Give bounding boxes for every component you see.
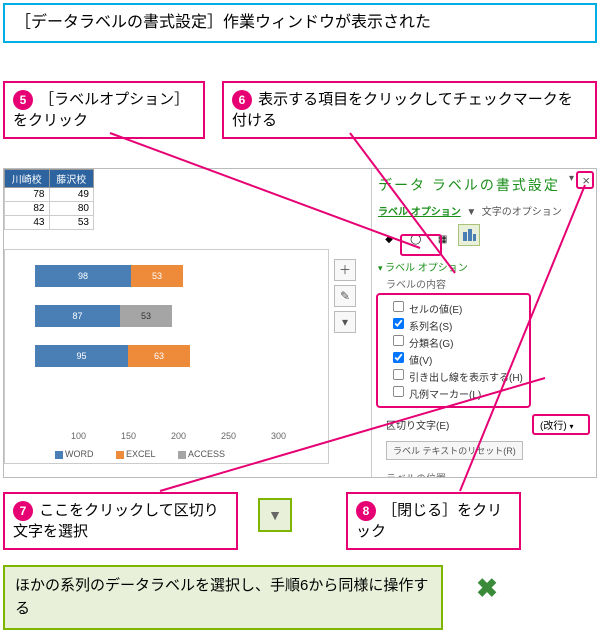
axis-tick: 100 [71, 431, 86, 441]
cell[interactable]: 80 [49, 202, 94, 216]
col-header: 藤沢校 [49, 170, 94, 188]
chk-label: 値(V) [409, 356, 432, 367]
chart-elements-button[interactable]: ＋ [334, 259, 356, 281]
separator-dropdown[interactable]: (改行) ▾ [532, 414, 590, 435]
badge-7: 7 [13, 501, 33, 521]
chart-legend: WORD EXCEL ACCESS [55, 449, 245, 459]
chk-legend-key[interactable]: 凡例マーカー(L) [392, 385, 523, 401]
callout-repeat-steps: ほかの系列のデータラベルを選択し、手順6から同様に操作する [3, 565, 443, 630]
pane-title: データ ラベルの書式設定 [378, 173, 590, 197]
size-props-icon[interactable]: ▦ [432, 229, 454, 251]
bar-segment-access: 53 [120, 305, 172, 327]
bar-segment-word: 87 [35, 305, 120, 327]
legend-item: ACCESS [188, 449, 225, 459]
bar-segment-word: 95 [35, 345, 128, 367]
format-data-labels-pane: データ ラベルの書式設定 ▾ × ラベル オプション ▼ 文字のオプション ◆ … [371, 169, 596, 477]
chk-label: 引き出し線を表示する(H) [409, 373, 523, 384]
cell[interactable]: 43 [5, 216, 50, 230]
dropdown-icon: ▼ [258, 498, 292, 532]
tab-text-options[interactable]: 文字のオプション [482, 207, 562, 218]
axis-tick: 300 [271, 431, 286, 441]
pane-category-icons: ◆ ◯ ▦ [378, 224, 590, 251]
bar-segment-excel: 53 [131, 265, 183, 287]
bar-row: 87 53 [35, 302, 328, 330]
bar-row: 98 53 [35, 262, 328, 290]
cell[interactable]: 78 [5, 188, 50, 202]
chart-side-buttons: ＋ ✎ ▾ [334, 259, 358, 337]
fill-line-icon[interactable]: ◆ [378, 229, 400, 251]
badge-5: 5 [13, 90, 33, 110]
callout-bottom-text: ほかの系列のデータラベルを選択し、手順6から同様に操作する [15, 577, 428, 617]
chk-label: セルの値(E) [409, 305, 462, 316]
bar-segment-word: 98 [35, 265, 131, 287]
callout-text: ［データラベルの書式設定］作業ウィンドウが表示された [15, 14, 431, 31]
close-icon: ✖ [470, 571, 504, 605]
chk-cell-value[interactable]: セルの値(E) [392, 300, 523, 316]
chk-show-leader[interactable]: 引き出し線を表示する(H) [392, 368, 523, 384]
chk-label: 凡例マーカー(L) [409, 390, 481, 401]
callout-8-text: ［閉じる］をクリック [356, 502, 502, 540]
callout-7-text: ここをクリックして区切り文字を選択 [13, 502, 219, 540]
tab-label-options[interactable]: ラベル オプション [378, 207, 461, 218]
label-contents-group: セルの値(E) 系列名(S) 分類名(G) 値(V) 引き出し線を表示する(H)… [376, 293, 531, 408]
worksheet-cells: 川崎校藤沢校 7849 8280 4353 [4, 169, 94, 230]
effects-icon[interactable]: ◯ [405, 229, 427, 251]
legend-item: EXCEL [126, 449, 156, 459]
label-options-icon[interactable] [458, 224, 480, 246]
cell[interactable]: 53 [49, 216, 94, 230]
chk-value[interactable]: 値(V) [392, 351, 523, 367]
separator-value: (改行) [540, 421, 567, 432]
pane-menu-dropdown-icon[interactable]: ▾ [569, 173, 574, 184]
pane-tabs: ラベル オプション ▼ 文字のオプション [378, 203, 590, 218]
reset-label-text-button[interactable]: ラベル テキストのリセット(R) [386, 441, 523, 460]
axis-tick: 250 [221, 431, 236, 441]
section-label-options[interactable]: ラベル オプション [378, 259, 590, 274]
group-label-contents: ラベルの内容 [386, 276, 590, 291]
callout-step-8: 8 ［閉じる］をクリック [346, 492, 521, 550]
col-header: 川崎校 [5, 170, 50, 188]
app-screenshot: 川崎校藤沢校 7849 8280 4353 98 53 87 53 95 63 … [3, 168, 597, 478]
chk-label: 系列名(S) [409, 322, 452, 333]
callout-step-5: 5 ［ラベルオプション］をクリック [3, 81, 205, 139]
bar-segment-excel: 63 [128, 345, 190, 367]
badge-6: 6 [232, 90, 252, 110]
bar-chart[interactable]: 98 53 87 53 95 63 100 150 200 250 300 WO… [4, 249, 329, 464]
group-label-position: ラベルの位置 [386, 470, 590, 479]
chart-filters-button[interactable]: ▾ [334, 311, 356, 333]
cell[interactable]: 82 [5, 202, 50, 216]
cell[interactable]: 49 [49, 188, 94, 202]
callout-5-text: ［ラベルオプション］をクリック [13, 91, 189, 129]
data-table: 川崎校藤沢校 7849 8280 4353 [4, 169, 94, 230]
bar-row: 95 63 [35, 342, 328, 370]
axis-tick: 200 [171, 431, 186, 441]
callout-pane-shown: ［データラベルの書式設定］作業ウィンドウが表示された [3, 3, 597, 43]
callout-step-7: 7 ここをクリックして区切り文字を選択 [3, 492, 238, 550]
callout-step-6: 6 表示する項目をクリックしてチェックマークを付ける [222, 81, 597, 139]
badge-8: 8 [356, 501, 376, 521]
axis-tick: 150 [121, 431, 136, 441]
separator-label: 区切り文字(E) [386, 417, 532, 432]
chk-category-name[interactable]: 分類名(G) [392, 334, 523, 350]
callout-6-text: 表示する項目をクリックしてチェックマークを付ける [232, 91, 573, 129]
chk-series-name[interactable]: 系列名(S) [392, 317, 523, 333]
pane-close-button[interactable]: × [582, 173, 590, 188]
legend-item: WORD [65, 449, 94, 459]
separator-row: 区切り文字(E) (改行) ▾ [386, 414, 590, 435]
chart-styles-button[interactable]: ✎ [334, 285, 356, 307]
chk-label: 分類名(G) [409, 339, 453, 350]
